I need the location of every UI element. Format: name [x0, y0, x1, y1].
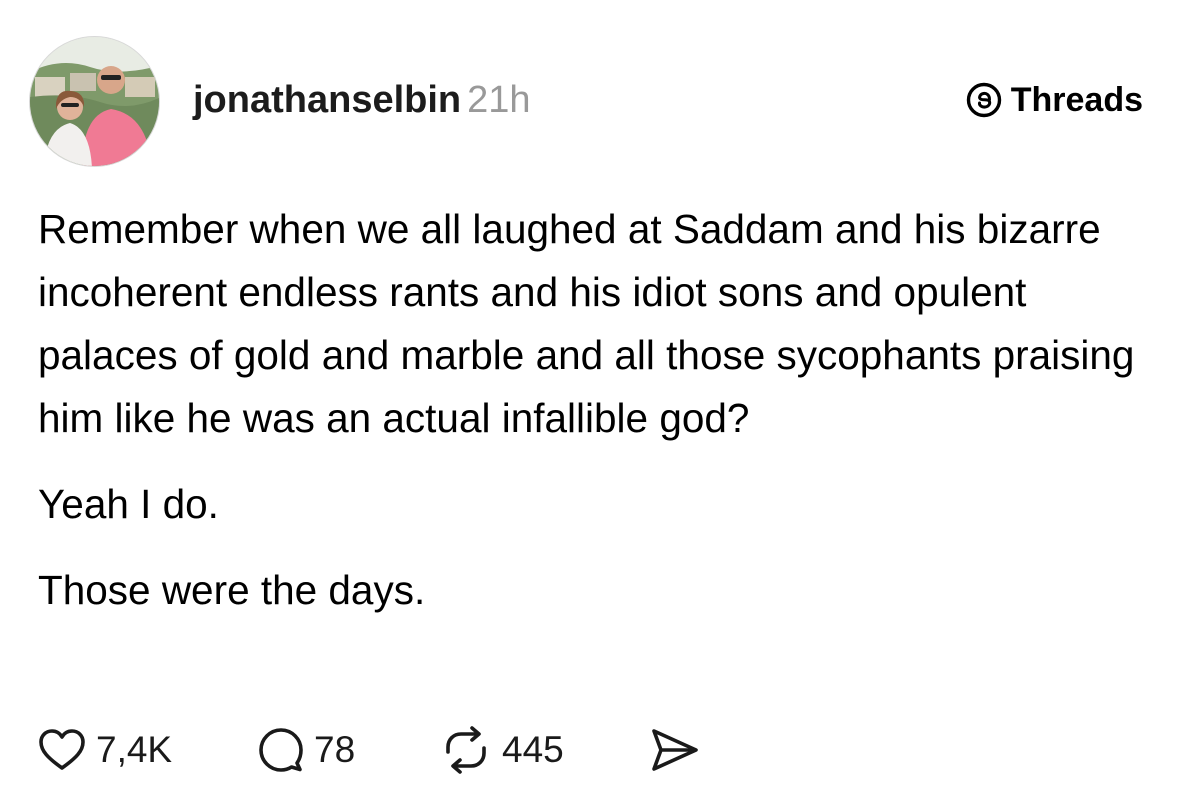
- post-body: Remember when we all laughed at Saddam a…: [38, 198, 1148, 622]
- repost-icon: [446, 726, 486, 774]
- like-count: 7,4K: [96, 729, 173, 770]
- username[interactable]: jonathanselbin: [193, 79, 461, 121]
- threads-logo-icon: [966, 82, 1001, 118]
- post-header: jonathanselbin 21h: [193, 78, 531, 122]
- brand-label: Threads: [1010, 81, 1143, 119]
- timestamp: 21h: [467, 79, 531, 121]
- post-actions: 7,4K 78 445: [38, 724, 700, 776]
- send-icon: [652, 729, 698, 771]
- reply-count: 78: [314, 729, 356, 770]
- repost-button[interactable]: 445: [440, 726, 650, 774]
- avatar[interactable]: [29, 36, 160, 167]
- post-paragraph: Those were the days.: [38, 567, 426, 613]
- threads-brand[interactable]: Threads: [966, 80, 1143, 120]
- post-paragraph: Remember when we all laughed at Saddam a…: [38, 206, 1135, 441]
- repost-count: 445: [502, 729, 564, 770]
- heart-icon: [39, 729, 85, 770]
- reply-button[interactable]: 78: [258, 727, 440, 773]
- comment-bubble-icon: [259, 728, 303, 772]
- post-paragraph: Yeah I do.: [38, 481, 219, 527]
- like-button[interactable]: 7,4K: [38, 728, 258, 772]
- threads-post: jonathanselbin 21h Threads Remember when …: [0, 0, 1179, 807]
- share-button[interactable]: [650, 727, 700, 773]
